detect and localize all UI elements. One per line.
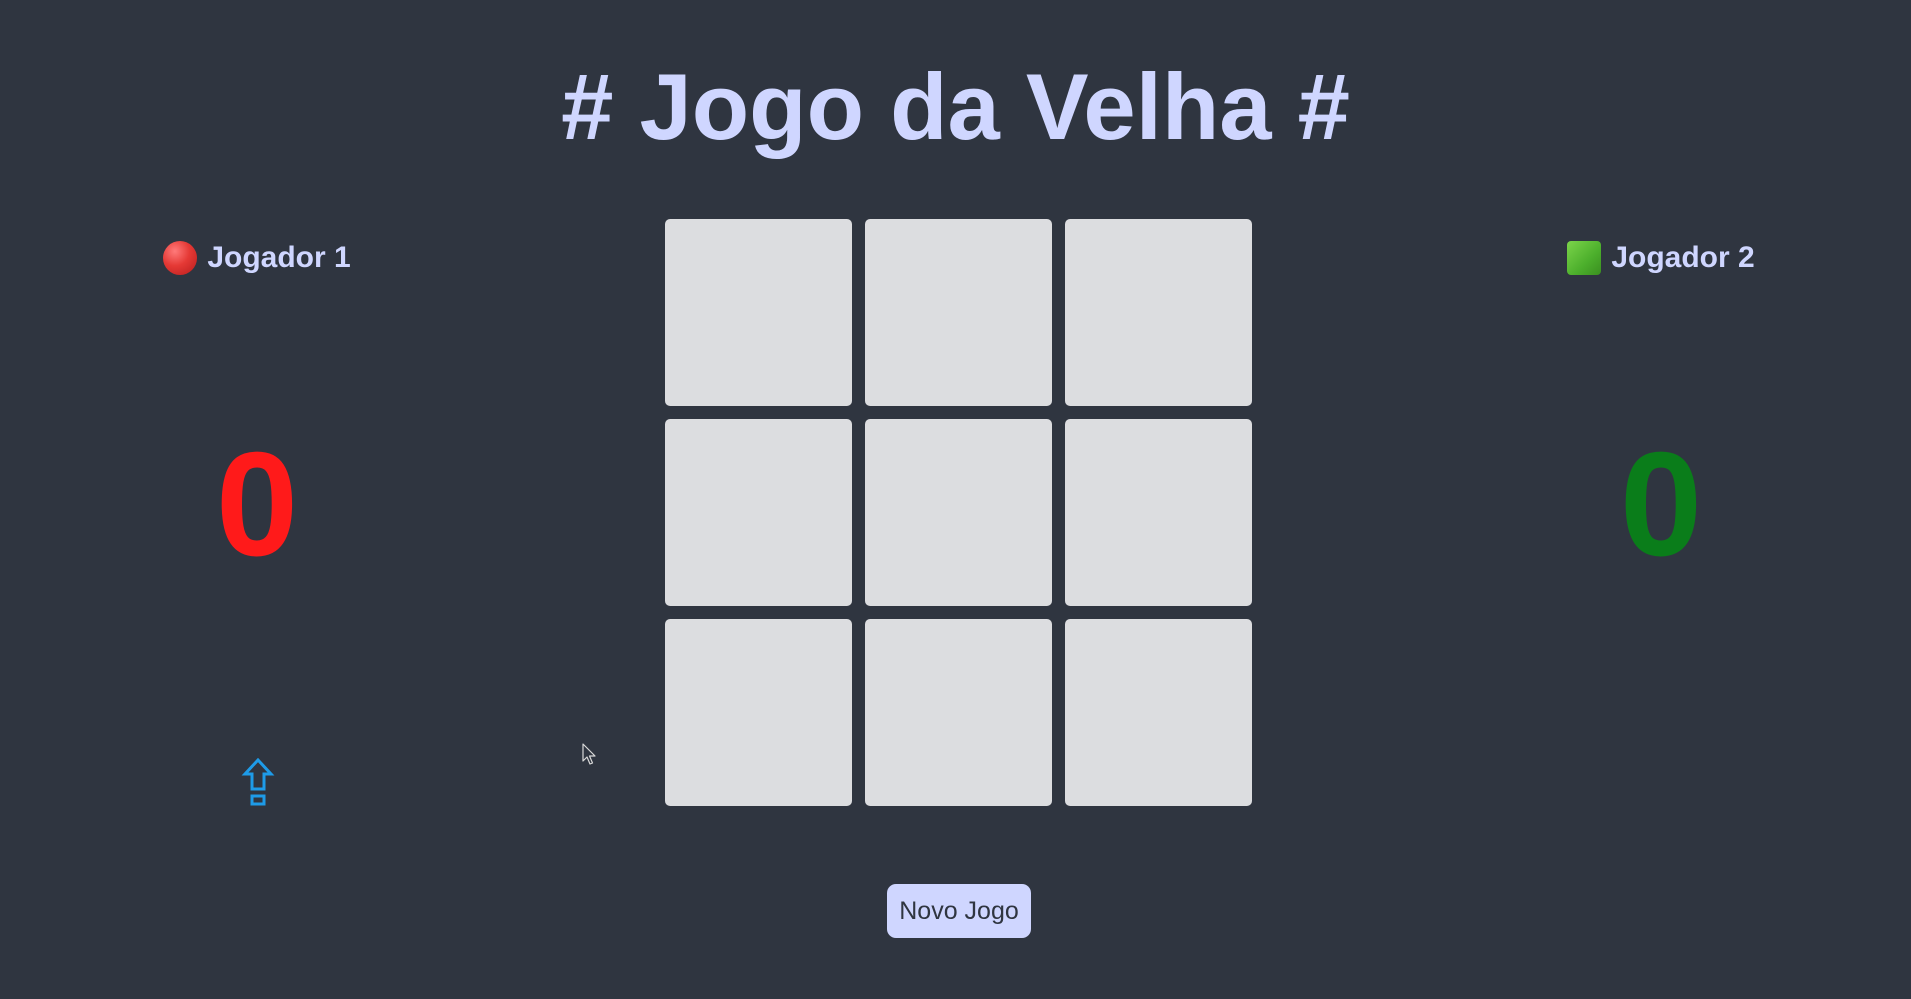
- board-cell-2[interactable]: [865, 219, 1052, 406]
- board-cell-8[interactable]: [865, 619, 1052, 806]
- green-square-icon: [1567, 241, 1602, 275]
- board-cell-9[interactable]: [1065, 619, 1252, 806]
- board-cell-5[interactable]: [865, 419, 1052, 606]
- player-2-score: 0: [1619, 422, 1703, 587]
- board-cell-1[interactable]: [665, 219, 852, 406]
- board-cell-4[interactable]: [665, 419, 852, 606]
- player-1-score: 0: [215, 422, 299, 587]
- player-1-label: Jogador 1: [163, 238, 351, 278]
- new-game-button[interactable]: Novo Jogo: [887, 884, 1031, 938]
- up-arrow-icon: [241, 758, 275, 806]
- game-board: [665, 219, 1253, 807]
- player-2-label: Jogador 2: [1567, 238, 1755, 278]
- page-title: # Jogo da Velha #: [561, 54, 1350, 159]
- player-1-panel: Jogador 1: [117, 238, 397, 280]
- board-cell-6[interactable]: [1065, 419, 1252, 606]
- player-1-name: Jogador 1: [207, 241, 351, 274]
- board-cell-7[interactable]: [665, 619, 852, 806]
- player-2-name: Jogador 2: [1611, 241, 1755, 274]
- mouse-cursor-icon: [582, 743, 596, 765]
- game-page: # Jogo da Velha # Jogador 1 0 Jogador 2 …: [0, 0, 1911, 999]
- board-cell-3[interactable]: [1065, 219, 1252, 406]
- red-circle-icon: [163, 241, 198, 275]
- player-2-panel: Jogador 2: [1521, 238, 1801, 280]
